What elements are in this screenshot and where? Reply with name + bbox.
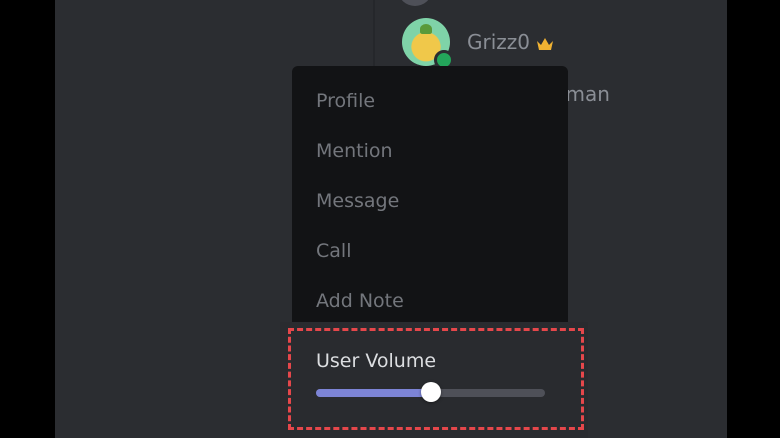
pineapple-leaf-icon bbox=[420, 24, 432, 34]
menu-item-add-note[interactable]: Add Note bbox=[316, 290, 404, 312]
discord-window: Grizz0 appleman Profile Mention Message … bbox=[55, 0, 727, 438]
member-name: Grizz0 bbox=[467, 30, 530, 54]
user-volume-label: User Volume bbox=[316, 350, 437, 372]
menu-item-call[interactable]: Call bbox=[316, 240, 351, 262]
menu-item-profile[interactable]: Profile bbox=[316, 90, 375, 112]
user-volume-item: User Volume bbox=[280, 322, 588, 438]
user-volume-slider[interactable] bbox=[316, 382, 545, 402]
crown-icon bbox=[536, 32, 554, 56]
member-name-wrap: Grizz0 bbox=[467, 30, 554, 56]
avatar[interactable] bbox=[399, 0, 431, 6]
slider-fill bbox=[316, 389, 431, 397]
menu-item-mention[interactable]: Mention bbox=[316, 140, 393, 162]
avatar bbox=[402, 18, 454, 70]
slider-thumb[interactable] bbox=[420, 382, 441, 402]
menu-item-message[interactable]: Message bbox=[316, 190, 399, 212]
